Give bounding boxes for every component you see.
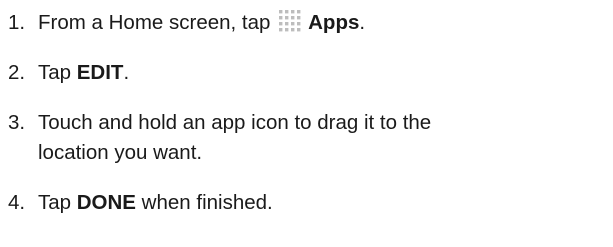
step-number: 3.: [8, 111, 26, 134]
step-number: 4.: [8, 191, 26, 214]
step-1: 1. From a Home screen, tap Apps.: [8, 8, 608, 38]
step-text-before: Tap: [38, 191, 77, 214]
step-text-after: .: [359, 11, 366, 34]
step-text-after: when finished.: [135, 191, 273, 214]
step-text: Tap DONE when finished.: [38, 188, 608, 218]
step-4: 4. Tap DONE when finished.: [8, 188, 608, 218]
step-text-line1: Touch and hold an app icon to drag it to…: [38, 111, 432, 134]
step-text-line2: location you want.: [38, 141, 203, 164]
step-text: Touch and hold an app icon to drag it to…: [38, 108, 608, 168]
step-text: Tap EDIT.: [38, 58, 608, 88]
step-2: 2. Tap EDIT.: [8, 58, 608, 88]
step-text-before: Tap: [38, 61, 77, 84]
done-label: DONE: [76, 191, 136, 214]
step-text: From a Home screen, tap Apps.: [38, 8, 608, 38]
edit-label: EDIT: [76, 61, 124, 84]
step-number: 1.: [8, 11, 26, 34]
step-text-before: From a Home screen, tap: [38, 11, 277, 34]
apps-label: Apps: [308, 11, 360, 34]
apps-grid-icon: [279, 10, 301, 32]
step-3: 3. Touch and hold an app icon to drag it…: [8, 108, 608, 168]
step-text-after: .: [123, 61, 130, 84]
instruction-steps: 1. From a Home screen, tap Apps. 2. Tap …: [8, 8, 608, 238]
step-number: 2.: [8, 61, 26, 84]
